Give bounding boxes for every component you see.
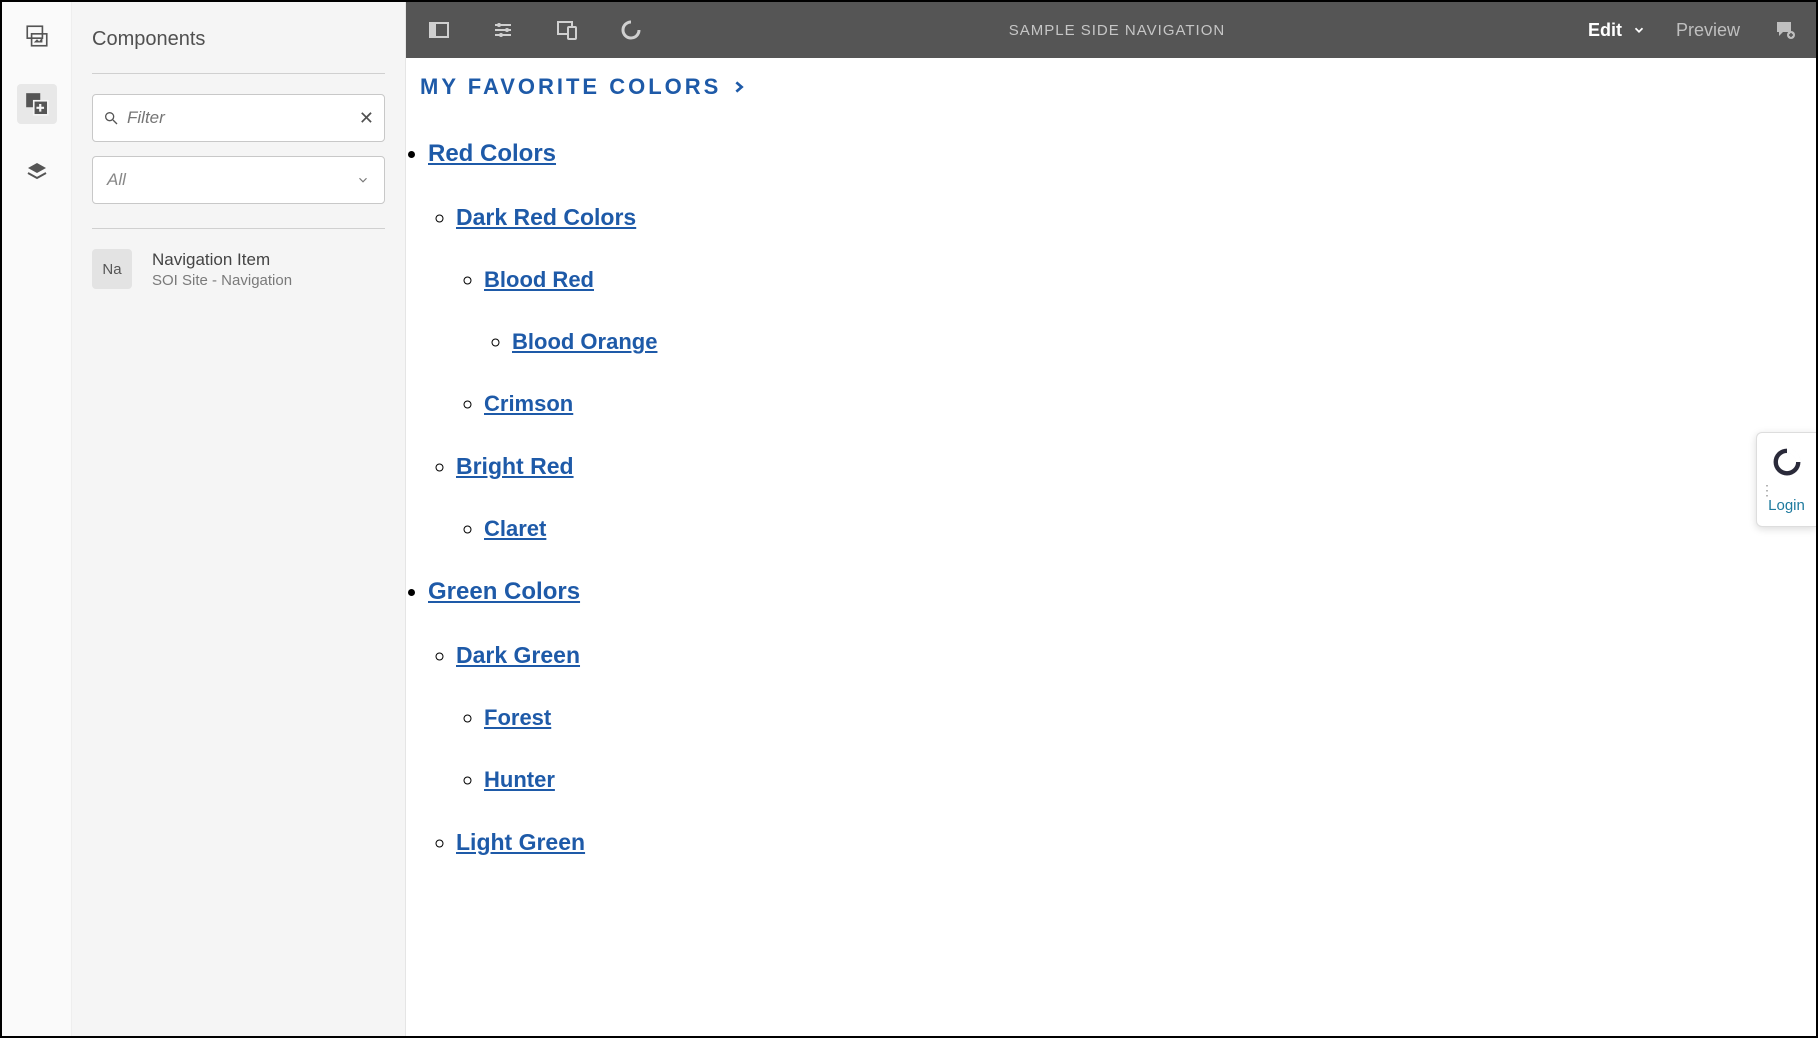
- annotate-icon: [1773, 18, 1797, 42]
- nav-link[interactable]: Dark Green: [456, 642, 580, 668]
- nav-item: Dark Red Colors Blood Red Blood Orange Crim…: [456, 186, 1812, 435]
- select-value: All: [107, 170, 126, 190]
- login-circle-icon: [1772, 447, 1802, 477]
- clear-filter-icon[interactable]: ✕: [359, 108, 374, 129]
- side-panel-icon: [427, 18, 451, 42]
- nav-item: Blood Red Blood Orange: [484, 249, 1812, 373]
- content-tree-rail-button[interactable]: [17, 152, 57, 192]
- drag-dots-icon: ⋮: [1760, 487, 1774, 493]
- nav-item: Claret: [484, 498, 1812, 560]
- left-rail: [2, 2, 72, 1036]
- page-info-button[interactable]: [488, 15, 518, 45]
- component-subtitle: SOI Site - Navigation: [152, 272, 292, 289]
- login-widget[interactable]: ⋮ Login: [1756, 432, 1816, 527]
- filter-input[interactable]: [119, 108, 359, 128]
- nav-item: Red ColorsDark Red ColorsBlood RedBlood …: [428, 122, 1812, 560]
- nav-item: Hunter: [484, 749, 1812, 811]
- circle-open-icon: [619, 18, 643, 42]
- nav-item: Blood Orange: [512, 311, 1812, 373]
- nav-link[interactable]: Red Colors: [428, 140, 556, 167]
- component-type-select[interactable]: All: [92, 156, 385, 204]
- editor-topbar: SAMPLE SIDE NAVIGATION Edit Preview: [406, 2, 1816, 58]
- chevron-right-icon: [731, 79, 747, 95]
- nav-item: Forest: [484, 687, 1812, 749]
- component-meta: Navigation Item SOI Site - Navigation: [152, 250, 292, 289]
- mode-switcher[interactable]: Edit: [1588, 20, 1646, 41]
- nav-item: Crimson: [484, 373, 1812, 435]
- filter-field[interactable]: ✕: [92, 94, 385, 142]
- sliders-icon: [491, 18, 515, 42]
- nav-item: Green Colors Dark Green Forest Hunter Light …: [428, 560, 1812, 874]
- assets-rail-button[interactable]: [17, 16, 57, 56]
- layers-icon: [25, 160, 49, 184]
- component-chip: Na: [92, 249, 132, 289]
- component-item[interactable]: Na Navigation Item SOI Site - Navigation: [92, 243, 385, 295]
- nav-item: Dark Green Forest Hunter: [456, 624, 1812, 811]
- nav-item: Bright Red Claret: [456, 435, 1812, 560]
- nav-link[interactable]: Blood Orange: [512, 329, 657, 354]
- page-content: MY FAVORITE COLORS Red Colors Dark Red Co…: [406, 58, 1816, 1036]
- preview-button[interactable]: Preview: [1676, 20, 1740, 41]
- nav-link[interactable]: Bright Red: [456, 453, 574, 479]
- context-hub-button[interactable]: [616, 15, 646, 45]
- nav-link[interactable]: Crimson: [484, 391, 573, 416]
- components-rail-button[interactable]: [17, 84, 57, 124]
- editor-main: SAMPLE SIDE NAVIGATION Edit Preview MY F…: [406, 2, 1816, 1036]
- add-component-icon: [24, 91, 50, 117]
- page-title: SAMPLE SIDE NAVIGATION: [646, 22, 1588, 39]
- navigation-tree: Red ColorsDark Red ColorsBlood RedBlood …: [420, 122, 1812, 874]
- mode-label: Edit: [1588, 20, 1622, 41]
- nav-link[interactable]: Green Colors: [428, 578, 580, 605]
- components-panel: Components ✕ All Na Navigation Item SOI Si…: [72, 2, 406, 1036]
- page-heading[interactable]: MY FAVORITE COLORS: [420, 74, 1812, 122]
- chevron-down-icon: [356, 173, 370, 187]
- assets-icon: [24, 23, 50, 49]
- login-label: Login: [1768, 497, 1805, 514]
- devices-icon: [555, 18, 579, 42]
- annotate-button[interactable]: [1770, 15, 1800, 45]
- nav-link[interactable]: Hunter: [484, 767, 555, 792]
- search-icon: [103, 110, 119, 126]
- nav-link[interactable]: Dark Red Colors: [456, 204, 636, 230]
- toggle-panel-button[interactable]: [424, 15, 454, 45]
- nav-link[interactable]: Forest: [484, 705, 551, 730]
- nav-link[interactable]: Blood Red: [484, 267, 594, 292]
- panel-title: Components: [92, 2, 385, 74]
- chevron-down-icon: [1632, 23, 1646, 37]
- nav-link[interactable]: Claret: [484, 516, 546, 541]
- nav-item: Light Green: [456, 811, 1812, 874]
- emulator-button[interactable]: [552, 15, 582, 45]
- nav-link[interactable]: Light Green: [456, 829, 585, 855]
- component-title: Navigation Item: [152, 250, 292, 270]
